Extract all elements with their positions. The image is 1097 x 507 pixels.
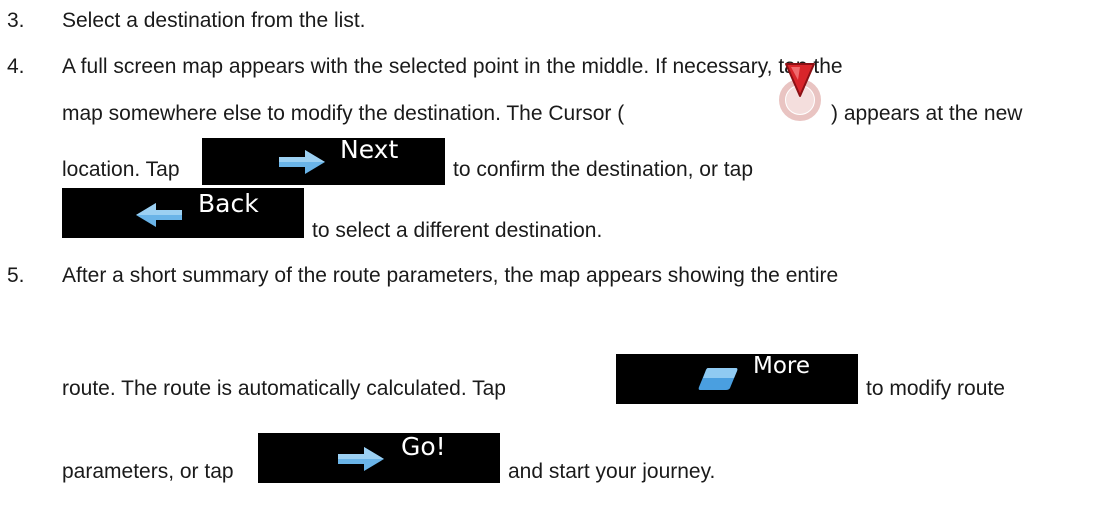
arrow-left-icon (136, 203, 182, 227)
step-4-text-line1: A full screen map appears with the selec… (62, 55, 843, 78)
step-5-text-line3a: parameters, or tap (62, 460, 234, 483)
step-3-text: Select a destination from the list. (62, 9, 366, 32)
more-button-label: More (753, 353, 811, 379)
step-5-text-line2b: to modify route (866, 377, 1005, 400)
step-4-text-line3b: to confirm the destination, or tap (453, 158, 753, 181)
next-button[interactable]: Next (202, 135, 445, 185)
back-button[interactable]: Back (62, 188, 304, 238)
step-4-text-line2a: map somewhere else to modify the destina… (62, 102, 625, 125)
go-button[interactable]: Go! (258, 432, 500, 483)
step-4-number: 4. (7, 55, 25, 78)
step-4-text-line2b: ) appears at the new (831, 102, 1023, 125)
step-4-text-line3a: location. Tap (62, 158, 180, 181)
more-icon (698, 368, 738, 390)
more-button[interactable]: More (616, 353, 858, 404)
step-5-number: 5. (7, 264, 25, 287)
step-5-text-line2a: route. The route is automatically calcul… (62, 377, 506, 400)
step-3-number: 3. (7, 9, 25, 32)
go-button-label: Go! (401, 432, 446, 461)
step-4-text-line4: to select a different destination. (312, 219, 603, 242)
next-button-label: Next (340, 135, 399, 164)
back-button-label: Back (198, 189, 259, 218)
arrow-right-icon (279, 150, 325, 174)
step-5-text-line3b: and start your journey. (508, 460, 716, 483)
map-cursor-icon (779, 63, 821, 121)
arrow-right-icon (338, 447, 384, 471)
step-5-text-line1: After a short summary of the route param… (62, 264, 839, 287)
